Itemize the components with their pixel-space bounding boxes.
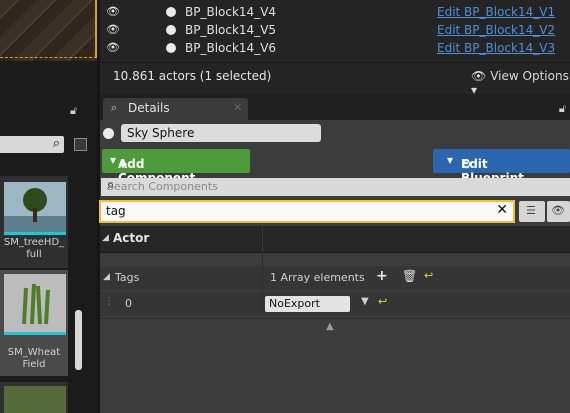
asset-label: SM_treeHD_ full: [3, 237, 65, 260]
world-outliner: 👁︎ BP_Block14_V4 Edit BP_Block14_V1 👁︎ B…: [100, 0, 570, 62]
lock-icon[interactable]: 🔓︎: [559, 102, 566, 116]
category-actor[interactable]: ◢ Actor: [100, 226, 570, 253]
actor-name-value: Sky Sphere: [127, 126, 195, 140]
filter-value: tag: [106, 204, 126, 218]
column-separator: [262, 226, 263, 252]
outliner-status-bar: 10.861 actors (1 selected) 👁︎ View Option…: [100, 62, 570, 97]
property-name: Tags: [115, 271, 140, 284]
actor-name: BP_Block14_V5: [185, 23, 277, 37]
actor-name: BP_Block14_V6: [185, 41, 277, 55]
actor-icon: [166, 25, 176, 35]
content-scrollbar[interactable]: [75, 310, 82, 370]
splitter-handle-icon[interactable]: ▲: [326, 321, 334, 332]
edit-blueprint-link[interactable]: Edit BP_Block14_V2: [437, 23, 555, 37]
element-value-field[interactable]: NoExport: [265, 296, 350, 312]
actor-icon: [166, 43, 176, 53]
element-index: 0: [125, 297, 132, 310]
edit-blueprint-button[interactable]: ⚙ Edit Blueprint ▾: [433, 149, 570, 185]
save-icon[interactable]: [74, 138, 87, 151]
asset-type-bar: [4, 232, 66, 235]
column-separator: [262, 252, 263, 316]
category-title: Actor: [113, 231, 150, 245]
tab-label: Details: [128, 101, 170, 115]
actor-name: BP_Block14_V4: [185, 5, 277, 19]
outliner-row[interactable]: 👁︎ BP_Block14_V4 Edit BP_Block14_V1: [100, 3, 570, 21]
search-icon[interactable]: ⌕: [53, 136, 60, 151]
actor-icon: [166, 7, 176, 17]
actor-count: 10.861 actors (1 selected): [113, 69, 272, 83]
clear-filter-icon[interactable]: ✕: [496, 202, 508, 218]
asset-label: SM_Wheat Field: [7, 347, 61, 370]
search-icon[interactable]: ⌕: [107, 178, 570, 193]
property-row-tags: ◢ Tags 1 Array elements + 🗑︎ ↩: [100, 266, 570, 290]
property-row-element: ⋮ 0 NoExport ▼ ↩: [100, 292, 570, 316]
add-component-button[interactable]: + Add Component ▾: [102, 149, 250, 185]
eye-icon[interactable]: 👁︎: [106, 5, 120, 18]
reset-arrow-icon[interactable]: ↩: [424, 269, 433, 282]
actor-icon: [103, 128, 114, 139]
tree-thumbnail-icon: [4, 182, 66, 232]
asset-type-bar: [4, 332, 66, 335]
asset-tile[interactable]: [0, 382, 68, 413]
search-components-input[interactable]: Search Components ⌕: [101, 178, 570, 196]
chevron-down-icon[interactable]: ▼: [361, 296, 369, 307]
outliner-row[interactable]: 👁︎ BP_Block14_V6 Edit BP_Block14_V3: [100, 39, 570, 57]
tab-details[interactable]: ⌕ Details ✕: [103, 98, 248, 120]
lock-icon[interactable]: 🔓︎: [70, 104, 82, 117]
property-filter-input[interactable]: tag ✕: [99, 200, 515, 223]
edit-blueprint-link[interactable]: Edit BP_Block14_V3: [437, 41, 555, 55]
expand-arrow-icon[interactable]: ◢: [103, 272, 110, 282]
asset-thumbnail: [4, 274, 66, 332]
visibility-filter-button[interactable]: 👁︎: [547, 201, 570, 222]
asset-thumbnail: [4, 182, 66, 232]
view-options-label: View Options: [490, 69, 569, 83]
collapse-arrow-icon[interactable]: ◢: [102, 233, 109, 243]
outliner-row[interactable]: 👁︎ BP_Block14_V5 Edit BP_Block14_V2: [100, 21, 570, 39]
array-count: 1 Array elements: [270, 271, 365, 284]
details-tab-bar: ⌕ Details ✕ 🔓︎: [100, 94, 570, 120]
eye-icon[interactable]: 👁︎: [106, 41, 120, 54]
edit-blueprint-link[interactable]: Edit BP_Block14_V1: [437, 5, 555, 19]
drag-handle-icon[interactable]: ⋮: [104, 296, 114, 307]
eye-icon: 👁︎: [551, 204, 565, 217]
view-options-button[interactable]: 👁︎ View Options ▾: [471, 69, 570, 97]
eye-icon[interactable]: 👁︎: [106, 23, 120, 36]
reset-arrow-icon[interactable]: ↩: [378, 295, 387, 308]
grid-view-button[interactable]: ☰: [519, 201, 545, 222]
eye-icon: 👁︎: [471, 69, 487, 83]
plus-icon[interactable]: +: [376, 268, 388, 284]
selection-outline: [0, 0, 97, 58]
viewport-preview[interactable]: [0, 0, 97, 61]
element-value: NoExport: [269, 297, 320, 310]
content-search-input[interactable]: ⌕: [0, 136, 64, 153]
trash-icon[interactable]: 🗑︎: [402, 269, 417, 283]
wheat-thumbnail-icon: [4, 274, 66, 332]
asset-tile[interactable]: SM_treeHD_ full: [0, 176, 68, 268]
divider: [100, 318, 570, 319]
asset-thumbnail: [4, 386, 66, 413]
close-icon[interactable]: ✕: [233, 101, 242, 114]
actor-name-field[interactable]: Sky Sphere: [121, 124, 321, 142]
asset-tile-selected[interactable]: SM_Wheat Field: [0, 270, 68, 376]
search-icon: ⌕: [111, 101, 118, 114]
filter-field[interactable]: tag ✕: [101, 202, 513, 221]
grid-icon: ☰: [526, 204, 536, 217]
